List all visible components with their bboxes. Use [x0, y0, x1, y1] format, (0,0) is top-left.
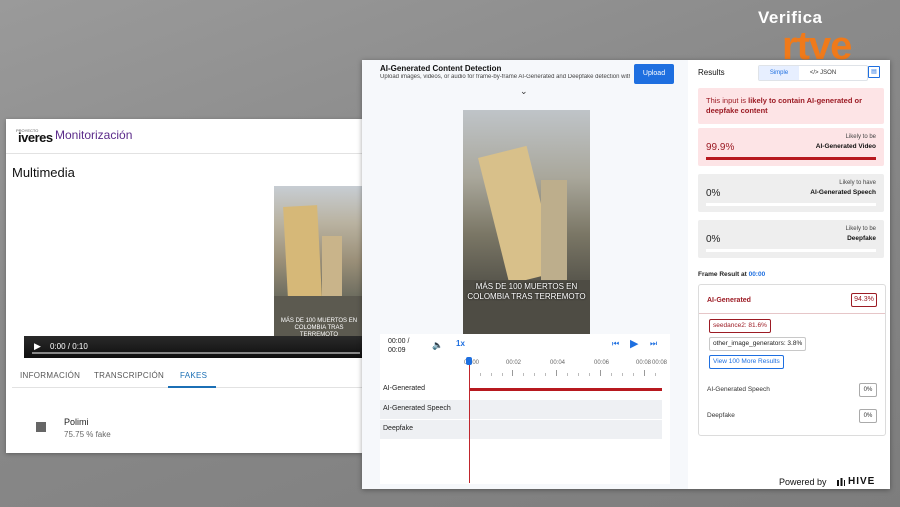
json-view-button[interactable]: </> JSON — [803, 66, 843, 80]
ruler-label: 00:02 — [506, 360, 522, 366]
results-panel: Results Simple </> JSON ▤ This input is … — [690, 60, 890, 489]
powered-by-text: Powered by — [779, 477, 827, 487]
card-label: AI-Generated Speech — [810, 189, 876, 196]
card-value: 99.9% — [706, 142, 735, 153]
card-label: AI-Generated Video — [815, 143, 876, 150]
ruler-label: 00:08 — [636, 360, 652, 366]
ruler-label: 00:06 — [594, 360, 610, 366]
play-icon[interactable]: ▶ — [34, 341, 41, 352]
video-player[interactable]: MÁS DE 100 MUERTOS EN COLOMBIA TRAS TERR… — [24, 186, 362, 358]
bar-chart-icon — [36, 422, 46, 432]
monitoring-header: PROYECTO iveres Monitorización — [6, 119, 362, 154]
card-caption: Likely to be — [845, 226, 876, 232]
hive-logo-text: HIVE — [848, 476, 876, 487]
frame-result-label: Frame Result at 00:00 — [698, 271, 765, 278]
result-card-deepfake: 0% Likely to be Deepfake — [698, 220, 884, 258]
detection-title: AI-Generated Content Detection — [380, 64, 502, 73]
iveres-logo: PROYECTO iveres — [16, 128, 54, 145]
divider — [699, 313, 885, 314]
ai-generated-track-fill — [469, 388, 662, 391]
player-time: 00:00 / 00:09 — [388, 337, 409, 355]
verdict-prefix: This input is — [706, 96, 749, 105]
card-value: 0% — [706, 188, 721, 199]
generator-chip: seedance2: 81.6% — [709, 319, 771, 333]
video-time: 0:00 / 0:10 — [50, 342, 88, 351]
timeline-player: 00:00 / 00:09 🔈 1x ⏮ ▶ ⏭ 00:00 00:02 00:… — [380, 334, 670, 484]
card-caption: Likely to be — [845, 134, 876, 140]
hive-logo-icon — [837, 478, 845, 486]
active-tab-indicator — [168, 386, 216, 388]
track-label: AI-Generated Speech — [383, 405, 451, 412]
generator-chip: other_image_generators: 3.8% — [709, 337, 807, 351]
player-time-current: 00:00 / — [388, 338, 410, 345]
frame-speech-label: AI-Generated Speech — [707, 386, 770, 393]
speed-button[interactable]: 1x — [456, 339, 465, 348]
layout-icon[interactable]: ▤ — [868, 66, 880, 78]
card-bar — [706, 203, 876, 206]
track-label: AI-Generated — [383, 385, 426, 392]
page-title: Monitorización — [55, 128, 133, 142]
detector-score: 75.75 % fake — [64, 430, 111, 439]
volume-icon[interactable]: 🔈 — [432, 340, 443, 351]
card-caption: Likely to have — [839, 180, 876, 186]
timeline-ruler[interactable]: 00:00 00:02 00:04 00:06 00:08 00:08 — [464, 360, 668, 378]
logo-wordmark: iveres — [18, 130, 53, 145]
card-label: Deepfake — [847, 235, 876, 242]
simple-view-button[interactable]: Simple — [759, 66, 799, 80]
track-label: Deepfake — [383, 425, 413, 432]
result-card-video: 99.9% Likely to be AI-Generated Video — [698, 128, 884, 166]
frame-ai-score: 94.3% — [851, 293, 877, 307]
frame-result-box: AI-Generated 94.3% seedance2: 81.6% othe… — [698, 284, 886, 436]
upload-button[interactable]: Upload — [634, 64, 674, 84]
skip-back-icon[interactable]: ⏮ — [612, 339, 619, 349]
video-progress[interactable] — [32, 352, 360, 354]
view-toggle: Simple </> JSON — [758, 65, 868, 81]
frame-deepfake-label: Deepfake — [707, 412, 735, 419]
monitoring-window: PROYECTO iveres Monitorización Multimedi… — [6, 119, 362, 453]
section-title: Multimedia — [12, 165, 75, 180]
tab-transcripcion[interactable]: TRANSCRIPCIÓN — [94, 371, 164, 380]
tab-fakes[interactable]: FAKES — [180, 371, 207, 380]
video-caption: MÁS DE 100 MUERTOS EN COLOMBIA TRAS TERR… — [467, 282, 586, 301]
frame-deepfake-score: 0% — [859, 409, 877, 423]
play-icon[interactable]: ▶ — [630, 337, 638, 350]
view-more-results-button[interactable]: View 100 More Results — [709, 355, 784, 369]
detection-subtitle: Upload images, videos, or audio for fram… — [380, 74, 630, 80]
verdict-alert: This input is likely to contain AI-gener… — [698, 88, 884, 124]
skip-forward-icon[interactable]: ⏭ — [650, 339, 657, 349]
card-value: 0% — [706, 234, 721, 245]
track-deepfake: Deepfake — [380, 420, 662, 439]
card-bar — [706, 249, 876, 252]
video-thumbnail — [274, 186, 362, 336]
detection-window: AI-Generated Content Detection Upload im… — [362, 60, 890, 489]
track-ai-generated: AI-Generated — [380, 380, 662, 399]
track-ai-speech: AI-Generated Speech — [380, 400, 662, 419]
ruler-label: 00:08 — [652, 360, 668, 366]
player-time-total: 00:09 — [388, 347, 406, 354]
detection-main: AI-Generated Content Detection Upload im… — [362, 60, 688, 489]
playhead-line — [469, 358, 470, 483]
result-card-speech: 0% Likely to have AI-Generated Speech — [698, 174, 884, 212]
detector-name: Polimi — [64, 417, 89, 427]
frame-ai-label: AI-Generated — [707, 297, 751, 304]
chevron-down-icon[interactable]: ⌄ — [520, 86, 528, 97]
card-bar — [706, 157, 876, 160]
frame-result-prefix: Frame Result at — [698, 271, 749, 278]
frame-result-time[interactable]: 00:00 — [749, 271, 766, 278]
video-controls: ▶ 0:00 / 0:10 — [24, 336, 362, 358]
verdict-text: This input is likely to contain AI-gener… — [706, 96, 876, 116]
card-bar-fill — [706, 157, 876, 160]
tab-informacion[interactable]: INFORMACIÓN — [20, 371, 80, 380]
frame-speech-score: 0% — [859, 383, 877, 397]
ruler-label: 00:04 — [550, 360, 566, 366]
playhead-handle[interactable] — [466, 357, 472, 365]
results-title: Results — [698, 68, 725, 77]
